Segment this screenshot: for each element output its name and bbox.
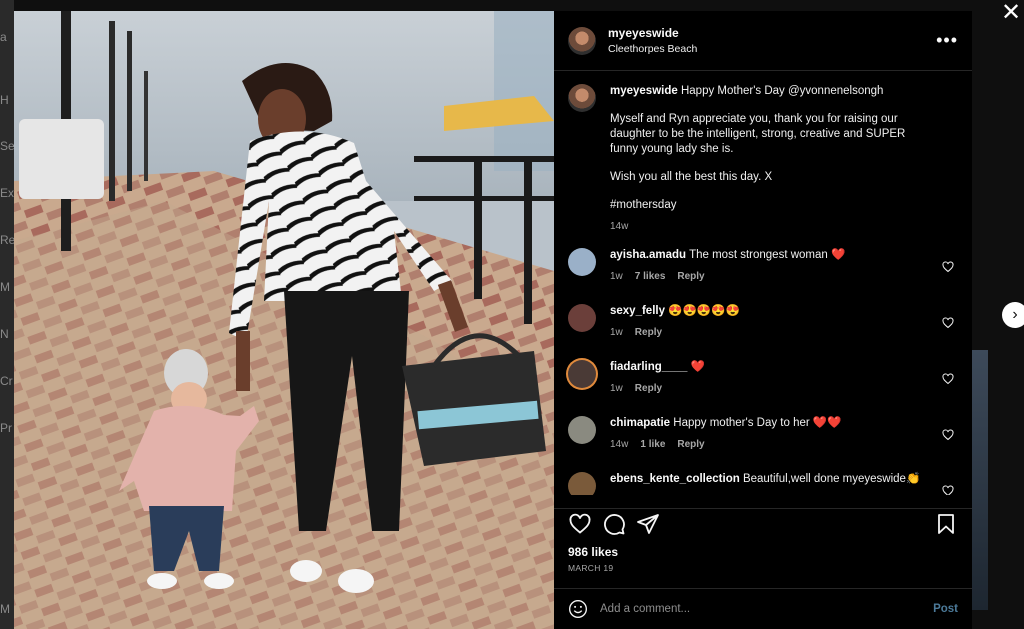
reply-button[interactable]: Reply — [635, 325, 662, 340]
comments-list[interactable]: myeyeswide Happy Mother's Day @yvonnenel… — [554, 72, 972, 495]
author-username[interactable]: myeyeswide — [608, 26, 936, 40]
commenter-avatar[interactable] — [568, 248, 596, 276]
post-photo[interactable] — [14, 11, 554, 629]
like-comment-heart-icon[interactable] — [942, 373, 954, 385]
reply-button[interactable]: Reply — [635, 381, 662, 396]
comment-text: The most strongest woman ❤️ — [689, 249, 846, 261]
like-heart-icon[interactable] — [568, 512, 592, 536]
like-comment-heart-icon[interactable] — [942, 429, 954, 441]
next-post-button[interactable]: › — [1002, 302, 1024, 328]
caption: myeyeswide Happy Mother's Day @yvonnenel… — [568, 72, 958, 234]
bg-text: a — [0, 30, 7, 44]
bg-text: M — [0, 602, 10, 616]
commenter-username[interactable]: chimapatie — [610, 417, 670, 429]
caption-paragraph: Myself and Ryn appreciate you, thank you… — [610, 113, 906, 155]
bg-text: Pr — [0, 421, 12, 435]
post-location[interactable]: Cleethorpes Beach — [608, 43, 936, 55]
commenter-username[interactable]: ayisha.amadu — [610, 249, 686, 261]
like-comment-heart-icon[interactable] — [942, 485, 954, 495]
like-comment-heart-icon[interactable] — [942, 317, 954, 329]
comment-text: 😍😍😍😍😍 — [668, 305, 740, 317]
comment-row: ebens_kente_collection Beautiful,well do… — [568, 472, 958, 495]
comment-time: 1w — [610, 327, 623, 338]
comment-time: 1w — [610, 383, 623, 394]
bg-text: Re — [0, 233, 14, 247]
bg-text: H — [0, 93, 9, 107]
comment-row: sexy_felly 😍😍😍😍😍 1w Reply — [568, 304, 958, 347]
commenter-avatar[interactable] — [568, 472, 596, 495]
like-comment-heart-icon[interactable] — [942, 261, 954, 273]
comment-input[interactable] — [600, 603, 934, 615]
bg-text: Cr — [0, 374, 13, 388]
comment-bubble-icon[interactable] — [602, 512, 626, 536]
comment-time: 1w — [610, 271, 623, 282]
reply-button[interactable]: Reply — [677, 437, 704, 452]
caption-avatar[interactable] — [568, 84, 596, 112]
comment-likes[interactable]: 1 like — [640, 437, 665, 452]
emoji-icon[interactable] — [568, 599, 588, 619]
bg-text: Se — [0, 139, 14, 153]
caption-hashtag[interactable]: #mothersday — [610, 198, 924, 213]
post-date: MARCH 19 — [568, 563, 614, 573]
commenter-avatar[interactable] — [568, 360, 596, 388]
comment-likes[interactable]: 7 likes — [635, 269, 666, 284]
comment-row: fiadarling____ ❤️ 1w Reply — [568, 360, 958, 403]
bg-text: Ex — [0, 186, 14, 200]
post-comment-button[interactable]: Post — [933, 603, 958, 615]
post-header: myeyeswide Cleethorpes Beach ••• — [554, 11, 972, 71]
close-icon[interactable]: ✕ — [1000, 1, 1022, 25]
reply-button[interactable]: Reply — [677, 269, 704, 284]
bg-text: N — [0, 327, 9, 341]
comment-text: Beautiful,well done myeyeswide👏 — [742, 473, 921, 485]
caption-paragraph: Wish you all the best this day. X — [610, 171, 773, 183]
likes-count[interactable]: 986 likes — [568, 545, 958, 559]
commenter-username[interactable]: ebens_kente_collection — [610, 473, 740, 485]
photo-illustration — [14, 11, 554, 629]
commenter-avatar[interactable] — [568, 416, 596, 444]
comment-text: Happy mother's Day to her ❤️❤️ — [673, 417, 842, 429]
commenter-username[interactable]: fiadarling____ — [610, 361, 687, 373]
add-comment-bar: Post — [554, 588, 972, 629]
bg-text: M — [0, 280, 10, 294]
more-options-icon[interactable]: ••• — [936, 30, 958, 51]
comment-row: ayisha.amadu The most strongest woman ❤️… — [568, 248, 958, 291]
author-avatar[interactable] — [568, 26, 596, 55]
save-bookmark-icon[interactable] — [934, 512, 958, 536]
commenter-username[interactable]: sexy_felly — [610, 305, 665, 317]
post-details-panel: myeyeswide Cleethorpes Beach ••• myeyesw… — [554, 11, 972, 629]
caption-username[interactable]: myeyeswide — [610, 85, 678, 97]
background-post-fragment — [972, 350, 988, 610]
comment-text: ❤️ — [690, 361, 705, 373]
comment-time: 14w — [610, 439, 629, 450]
comment-row: chimapatie Happy mother's Day to her ❤️❤… — [568, 416, 958, 459]
caption-time: 14w — [610, 221, 629, 232]
post-actions: 986 likes MARCH 19 — [554, 508, 972, 573]
caption-text: Happy Mother's Day @yvonnenelsongh — [680, 85, 884, 97]
commenter-avatar[interactable] — [568, 304, 596, 332]
share-send-icon[interactable] — [636, 512, 660, 536]
